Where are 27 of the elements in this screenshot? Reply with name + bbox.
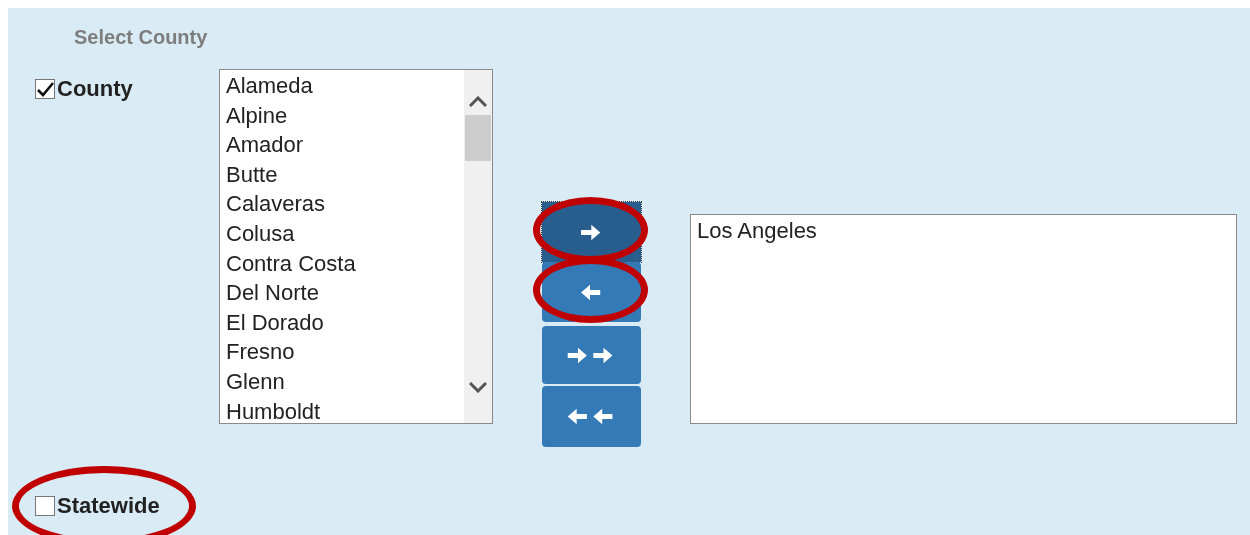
check-icon (36, 81, 54, 97)
section-title: Select County (74, 25, 209, 49)
list-item[interactable]: Alpine (226, 100, 464, 131)
list-item[interactable]: Contra Costa (226, 248, 464, 279)
list-item[interactable]: Alameda (226, 71, 464, 101)
list-item[interactable]: Glenn (226, 366, 464, 397)
add-all-button[interactable] (542, 326, 641, 384)
statewide-label: Statewide (57, 493, 160, 519)
list-item[interactable]: Butte (226, 159, 464, 190)
list-item[interactable]: Amador (226, 130, 464, 160)
remove-all-button[interactable] (542, 386, 641, 447)
statewide-checkbox[interactable] (35, 496, 55, 516)
county-listbox[interactable]: Alameda Alpine Amador Butte Calaveras Colusa Contra Costa Del Norte El Dorado Fresno Glenn Humboldt (219, 69, 493, 424)
county-label: County (57, 76, 133, 102)
scroll-up-icon (469, 96, 487, 107)
scroll-thumb[interactable] (465, 115, 491, 161)
list-item[interactable]: Humboldt (226, 396, 464, 423)
scroll-down-icon (469, 382, 487, 393)
list-item[interactable]: El Dorado (226, 307, 464, 338)
scrollbar[interactable] (464, 70, 492, 423)
list-item[interactable]: Los Angeles (697, 216, 1230, 246)
selected-listbox[interactable]: Los Angeles (690, 214, 1237, 424)
county-checkbox[interactable] (35, 79, 55, 99)
list-item[interactable]: Del Norte (226, 278, 464, 308)
list-item[interactable]: Calaveras (226, 189, 464, 219)
list-item[interactable]: Fresno (226, 337, 464, 367)
list-item[interactable]: Colusa (226, 218, 464, 249)
